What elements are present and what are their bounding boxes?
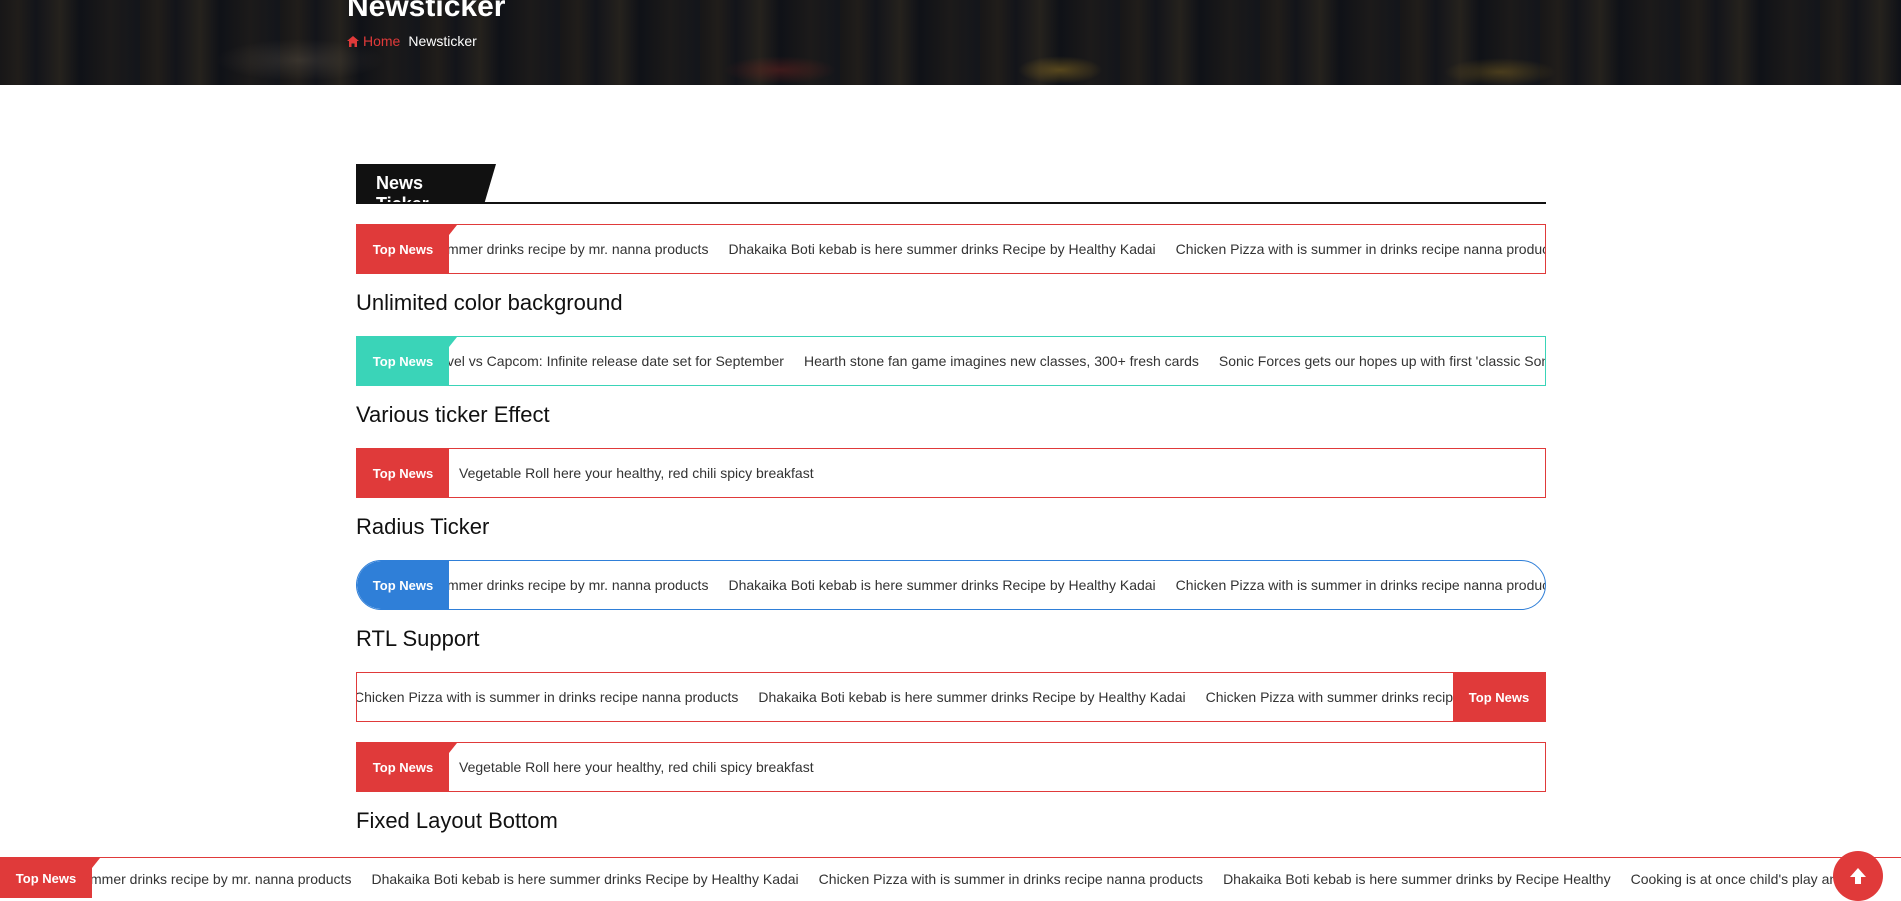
heading-fixed-bottom: Fixed Layout Bottom <box>356 808 558 833</box>
ticker-track: Vegetable Roll here your healthy, red ch… <box>459 449 834 497</box>
ticker-item[interactable]: Vegetable Roll here your healthy, red ch… <box>459 759 814 775</box>
ticker-item[interactable]: Hearth stone fan game imagines new class… <box>804 353 1199 369</box>
ticker-track: Chicken Pizza with is summer in drinks r… <box>357 673 1481 721</box>
breadcrumb-home-label: Home <box>363 33 401 49</box>
arrow-up-icon <box>1850 868 1866 884</box>
ticker-item[interactable]: Dhakaika Boti kebab is here summer drink… <box>371 871 798 887</box>
ticker-item[interactable]: Chicken Pizza with is summer in drinks r… <box>357 689 738 705</box>
ticker-item[interactable]: Chicken Pizza with summer drinks recipe <box>1206 689 1461 705</box>
ticker-item[interactable]: Dhakaika Boti kebab is here summer drink… <box>728 577 1155 593</box>
ticker-item[interactable]: vel vs Capcom: Infinite release date set… <box>447 353 784 369</box>
heading-radius-ticker: Radius Ticker <box>356 514 490 539</box>
breadcrumb-home-link[interactable]: Home <box>347 33 400 49</box>
ticker-item[interactable]: Chicken Pizza with is summer in drinks r… <box>1176 577 1545 593</box>
ticker-item[interactable]: Dhakaika Boti kebab is here summer drink… <box>758 689 1185 705</box>
ticker-label: Top News <box>357 225 457 273</box>
home-icon <box>347 35 359 47</box>
heading-unlimited-color: Unlimited color background <box>356 290 623 315</box>
ticker-item[interactable]: Chicken Pizza with is summer in drinks r… <box>819 871 1203 887</box>
page-header-banner: Newsticker Home Newsticker <box>0 0 1901 85</box>
heading-ticker-effect: Various ticker Effect <box>356 402 550 427</box>
ticker-label: Top News <box>357 561 449 609</box>
ticker-label: Top News <box>0 858 100 898</box>
ticker-item[interactable]: mmer drinks recipe by mr. nanna products <box>90 871 351 887</box>
ticker-track: mmer drinks recipe by mr. nanna products… <box>90 858 1901 898</box>
news-ticker-rtl[interactable]: Top News Chicken Pizza with is summer in… <box>356 672 1546 722</box>
main-content: News Ticker Top News mmer drinks recipe … <box>356 164 1546 833</box>
scroll-to-top-button[interactable] <box>1833 851 1883 901</box>
ticker-label: Top News <box>357 449 449 497</box>
ticker-item[interactable]: Dhakaika Boti kebab is here summer drink… <box>1223 871 1611 887</box>
page-title: Newsticker <box>347 0 506 23</box>
ticker-item[interactable]: Vegetable Roll here your healthy, red ch… <box>459 465 814 481</box>
ticker-label: Top News <box>357 743 457 791</box>
ticker-item[interactable]: Sonic Forces gets our hopes up with firs… <box>1219 353 1545 369</box>
ticker-track: Vegetable Roll here your healthy, red ch… <box>459 743 834 791</box>
ticker-track: mmer drinks recipe by mr. nanna products… <box>447 561 1545 609</box>
news-ticker-default[interactable]: Top News mmer drinks recipe by mr. nanna… <box>356 224 1546 274</box>
breadcrumb: Home Newsticker <box>347 33 477 49</box>
news-ticker-color[interactable]: Top News vel vs Capcom: Infinite release… <box>356 336 1546 386</box>
ticker-label: Top News <box>1453 673 1545 721</box>
section-title: News Ticker <box>356 164 496 202</box>
ticker-item[interactable]: Dhakaika Boti kebab is here summer drink… <box>728 241 1155 257</box>
ticker-item[interactable]: Cooking is at once child's play and <box>1631 871 1845 887</box>
news-ticker-radius[interactable]: Top News mmer drinks recipe by mr. nanna… <box>356 560 1546 610</box>
news-ticker-fixed-bottom[interactable]: Top News mmer drinks recipe by mr. nanna… <box>0 857 1901 898</box>
ticker-track: mmer drinks recipe by mr. nanna products… <box>447 225 1545 273</box>
news-ticker-effect[interactable]: Top News Vegetable Roll here your health… <box>356 448 1546 498</box>
section-header: News Ticker <box>356 164 1546 204</box>
news-ticker-secondary[interactable]: Top News Vegetable Roll here your health… <box>356 742 1546 792</box>
ticker-item[interactable]: Chicken Pizza with is summer in drinks r… <box>1176 241 1545 257</box>
heading-rtl-support: RTL Support <box>356 626 480 651</box>
ticker-track: vel vs Capcom: Infinite release date set… <box>447 337 1545 385</box>
ticker-item[interactable]: mmer drinks recipe by mr. nanna products <box>447 577 708 593</box>
ticker-item[interactable]: mmer drinks recipe by mr. nanna products <box>447 241 708 257</box>
breadcrumb-current: Newsticker <box>408 33 477 49</box>
ticker-label: Top News <box>357 337 457 385</box>
